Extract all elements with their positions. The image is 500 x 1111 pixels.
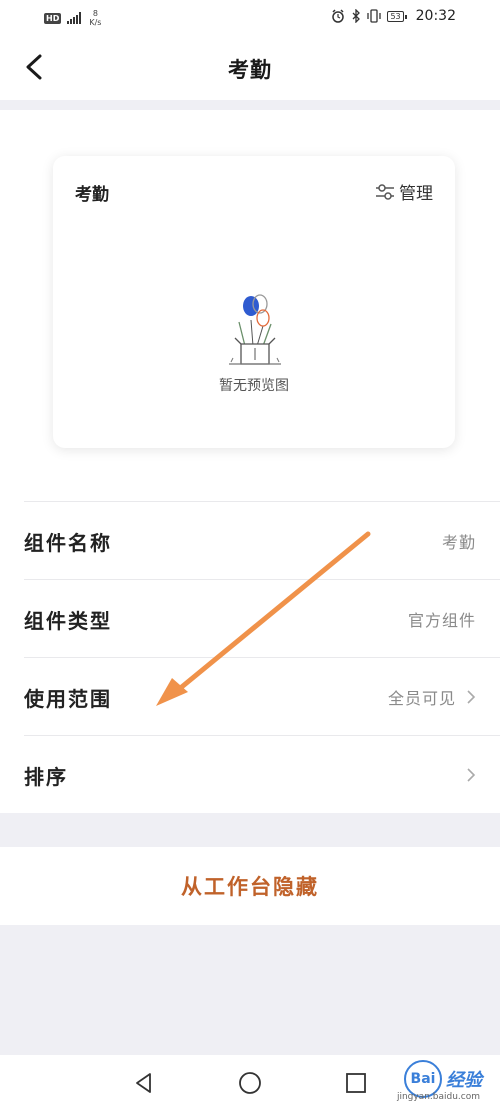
row-right: 全员可见 — [388, 658, 476, 736]
row-label: 组件名称 — [24, 530, 112, 555]
page-title: 考勤 — [228, 58, 272, 82]
row-widget-name: 组件名称 考勤 — [24, 501, 500, 580]
watermark-url: jingyan.baidu.com — [396, 1092, 480, 1102]
row-value: 官方组件 — [407, 611, 476, 630]
row-label: 组件类型 — [24, 608, 112, 633]
vibrate-icon — [367, 9, 382, 23]
row-right: 考勤 — [442, 502, 476, 580]
battery-icon: 53 — [387, 10, 407, 22]
card-title: 考勤 — [75, 185, 109, 205]
signal-icon — [67, 12, 82, 24]
hide-label: 从工作台隐藏 — [181, 875, 319, 899]
row-value: 全员可见 — [387, 689, 456, 708]
settings-list: 组件名称 考勤 组件类型 官方组件 使用范围 全员可见 排序 — [0, 501, 500, 813]
bluetooth-icon — [352, 9, 361, 23]
net-speed-unit: K/s — [89, 18, 102, 27]
net-speed: 8 K/s — [89, 9, 101, 27]
watermark-brand: 经验 — [446, 1070, 482, 1091]
empty-preview-text: 暂无预览图 — [219, 378, 289, 394]
hd-badge: HD — [44, 12, 62, 24]
net-speed-value: 8 — [92, 9, 98, 18]
row-right: 官方组件 — [408, 580, 476, 658]
row-label: 排序 — [24, 764, 68, 789]
row-usage-scope[interactable]: 使用范围 全员可见 — [24, 657, 500, 736]
alarm-icon — [332, 9, 345, 23]
recents-square-icon[interactable] — [342, 1069, 370, 1097]
empty-box-balloons-icon — [229, 294, 281, 365]
status-left: HD 8 K/s — [44, 9, 101, 27]
home-circle-icon[interactable] — [236, 1069, 264, 1097]
manage-label: 管理 — [399, 184, 433, 204]
widget-preview-card: 考勤 管理 暂无预览图 — [53, 156, 455, 448]
status-bar: HD 8 K/s 53 20:32 — [0, 0, 500, 34]
status-right: 53 20:32 — [331, 8, 456, 24]
hide-from-workbench-button[interactable]: 从工作台隐藏 — [0, 847, 500, 925]
sliders-icon — [376, 183, 394, 200]
preview-section: 考勤 管理 暂无预览图 — [0, 110, 500, 501]
row-sort-order[interactable]: 排序 — [24, 735, 500, 814]
manage-button[interactable]: 管理 — [375, 179, 433, 204]
chevron-right-icon — [467, 768, 476, 782]
row-right — [466, 736, 476, 814]
row-value: 考勤 — [441, 533, 476, 552]
row-label: 使用范围 — [24, 686, 112, 711]
chevron-right-icon — [467, 690, 476, 704]
row-widget-type: 组件类型 官方组件 — [24, 579, 500, 658]
header: 考勤 — [0, 34, 500, 100]
status-time: 20:32 — [415, 8, 456, 24]
back-triangle-icon[interactable] — [130, 1069, 158, 1097]
